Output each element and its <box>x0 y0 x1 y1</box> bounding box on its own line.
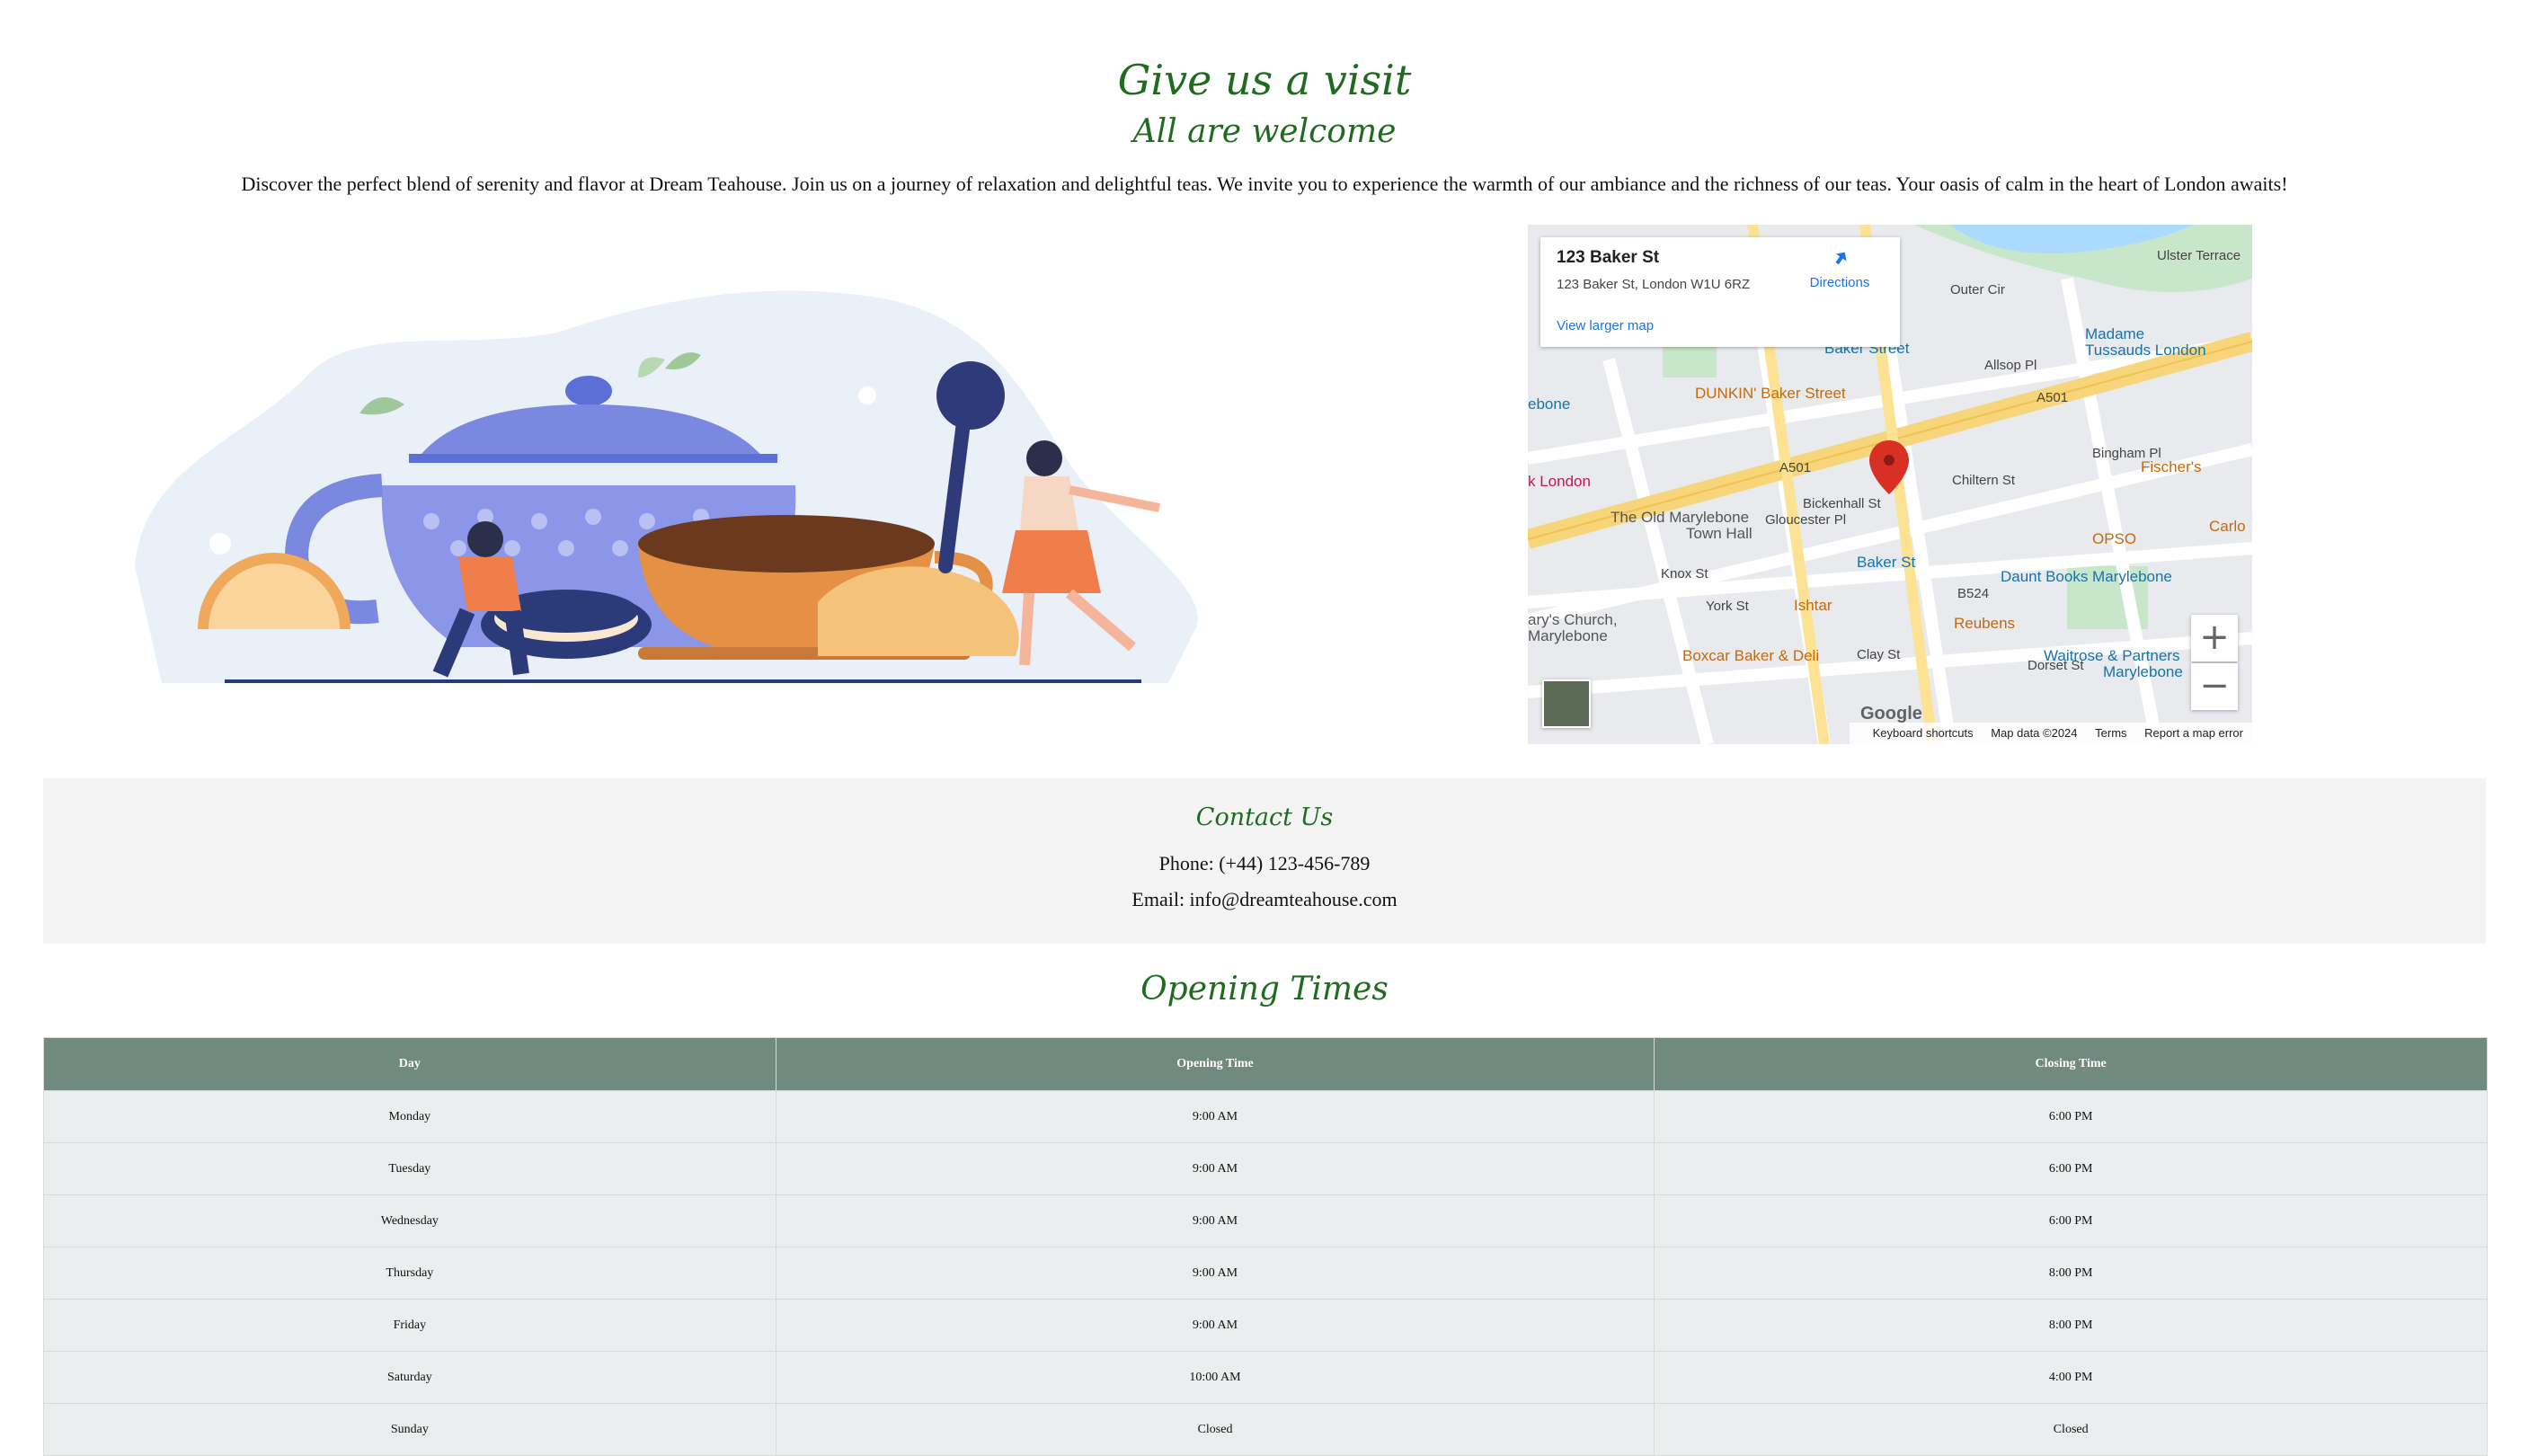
day-cell: Friday <box>43 1299 776 1352</box>
map-road-outer-cir: Outer Cir <box>1950 282 2005 297</box>
map-road-bickenhall: Bickenhall St <box>1803 496 1881 511</box>
map-label-carlo: Carlo <box>2209 518 2246 535</box>
table-row: Thursday 9:00 AM 8:00 PM <box>43 1247 2488 1300</box>
map-road-clay: Clay St <box>1857 647 1901 662</box>
table-row: Sunday Closed Closed <box>43 1403 2488 1456</box>
map-road-a501: A501 <box>1779 460 1812 475</box>
opening-times-table: Day Opening Time Closing Time Monday 9:0… <box>43 1037 2488 1456</box>
map-road-allsop: Allsop Pl <box>1984 358 2037 373</box>
table-header-row: Day Opening Time Closing Time <box>43 1037 2488 1091</box>
day-cell: Thursday <box>43 1247 776 1300</box>
closing-cell: 8:00 PM <box>1654 1299 2488 1352</box>
map-label-madame: Madame <box>2085 325 2145 342</box>
table-row: Friday 9:00 AM 8:00 PM <box>43 1299 2488 1352</box>
contact-email: Email: info@dreamteahouse.com <box>1131 888 1398 910</box>
report-map-error-link[interactable]: Report a map error <box>2144 726 2243 740</box>
contact-section: Contact Us Phone: (+44) 123-456-789 Emai… <box>43 778 2486 944</box>
opening-cell: 9:00 AM <box>775 1299 1655 1352</box>
map-label-church: ary's Church, <box>1528 611 1618 628</box>
directions-button[interactable]: Directions <box>1799 248 1880 290</box>
map-road-ulster: Ulster Terrace <box>2157 248 2241 263</box>
table-row: Monday 9:00 AM 6:00 PM <box>43 1090 2488 1143</box>
map-road-dorset: Dorset St <box>2028 658 2084 673</box>
map-attribution: Keyboard shortcuts Map data ©2024 Terms … <box>1849 723 2252 744</box>
view-larger-map-link[interactable]: View larger map <box>1557 318 1654 333</box>
opening-cell: 9:00 AM <box>775 1142 1655 1195</box>
closing-cell: 6:00 PM <box>1654 1142 2488 1195</box>
map-road-chiltern: Chiltern St <box>1952 473 2016 488</box>
map-road-york: York St <box>1706 599 1749 614</box>
directions-label: Directions <box>1809 275 1870 290</box>
keyboard-shortcuts-link[interactable]: Keyboard shortcuts <box>1873 726 1974 740</box>
map-data-text: Map data ©2024 <box>1991 726 2078 740</box>
closing-cell: Closed <box>1654 1403 2488 1456</box>
map-label-waitrose-2: Marylebone <box>2103 663 2183 680</box>
terms-link[interactable]: Terms <box>2095 726 2126 740</box>
column-header-opening: Opening Time <box>775 1037 1655 1091</box>
place-card: 123 Baker St 123 Baker St, London W1U 6R… <box>1540 237 1900 347</box>
satellite-toggle[interactable] <box>1542 679 1591 728</box>
location-map[interactable]: Madame Tussauds London DUNKIN' Baker Str… <box>1528 225 2252 744</box>
day-cell: Saturday <box>43 1351 776 1404</box>
table-row: Saturday 10:00 AM 4:00 PM <box>43 1351 2488 1404</box>
table-row: Tuesday 9:00 AM 6:00 PM <box>43 1142 2488 1195</box>
closing-cell: 8:00 PM <box>1654 1247 2488 1300</box>
map-label-fischers: Fischer's <box>2141 458 2202 475</box>
map-road-knox: Knox St <box>1661 566 1708 582</box>
contact-phone: Phone: (+44) 123-456-789 <box>1158 852 1371 874</box>
map-road-gloucester: Gloucester Pl <box>1765 512 1847 528</box>
map-label-daunt: Daunt Books Marylebone <box>2001 568 2172 585</box>
closing-cell: 6:00 PM <box>1654 1194 2488 1247</box>
map-label-town-hall: Town Hall <box>1686 525 1753 542</box>
teahouse-illustration <box>135 290 1198 683</box>
map-label-boxcar: Boxcar Baker & Deli <box>1682 647 1820 664</box>
map-label-ebone: ebone <box>1528 395 1571 413</box>
place-name: 123 Baker St <box>1557 248 1660 267</box>
map-label-london: k London <box>1528 473 1591 490</box>
table-row: Wednesday 9:00 AM 6:00 PM <box>43 1194 2488 1247</box>
map-road-bingham: Bingham Pl <box>2092 446 2161 461</box>
zoom-out-button[interactable]: − <box>2191 663 2238 710</box>
map-road-a501-east: A501 <box>2037 390 2069 405</box>
day-cell: Sunday <box>43 1403 776 1456</box>
day-cell: Tuesday <box>43 1142 776 1195</box>
closing-cell: 4:00 PM <box>1654 1351 2488 1404</box>
column-header-day: Day <box>43 1037 776 1091</box>
map-label-old-marylebone: The Old Marylebone <box>1611 509 1750 526</box>
opening-times-title: Opening Times <box>1140 971 1389 1008</box>
closing-cell: 6:00 PM <box>1654 1090 2488 1143</box>
map-label-reubens: Reubens <box>1954 615 2016 632</box>
zoom-in-button[interactable]: + <box>2191 615 2238 661</box>
map-label-church-2: Marylebone <box>1528 627 1608 644</box>
map-label-madame-2: Tussauds London <box>2085 342 2206 359</box>
map-label-baker-st: Baker St <box>1857 554 1916 571</box>
page-subtitle: All are welcome <box>1132 113 1397 150</box>
intro-paragraph: Discover the perfect blend of serenity a… <box>241 173 2288 195</box>
day-cell: Monday <box>43 1090 776 1143</box>
opening-cell: Closed <box>775 1403 1655 1456</box>
day-cell: Wednesday <box>43 1194 776 1247</box>
map-road-b524: B524 <box>1957 586 1990 601</box>
opening-cell: 10:00 AM <box>775 1351 1655 1404</box>
map-label-ishtar: Ishtar <box>1794 597 1832 614</box>
column-header-closing: Closing Time <box>1654 1037 2488 1091</box>
page-title: Give us a visit <box>1117 56 1412 104</box>
map-label-dunkin: DUNKIN' Baker Street <box>1695 385 1846 402</box>
opening-cell: 9:00 AM <box>775 1090 1655 1143</box>
place-address: 123 Baker St, London W1U 6RZ <box>1557 277 1751 292</box>
directions-icon <box>1835 252 1847 265</box>
map-label-opso: OPSO <box>2092 530 2137 547</box>
opening-cell: 9:00 AM <box>775 1247 1655 1300</box>
opening-cell: 9:00 AM <box>775 1194 1655 1247</box>
google-logo: Google <box>1860 704 1922 724</box>
contact-title: Contact Us <box>1195 803 1334 831</box>
